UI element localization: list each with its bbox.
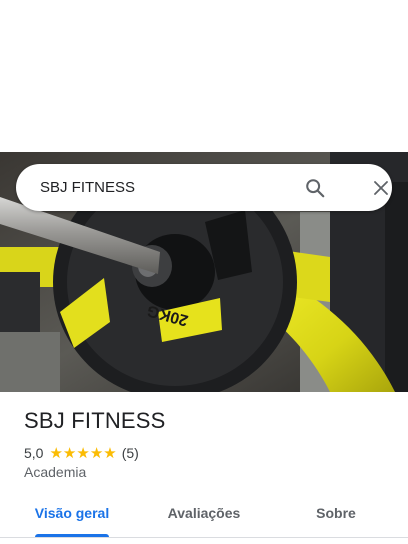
place-tabs: Visão geral Avaliações Sobre: [0, 490, 408, 538]
tabs-divider: [0, 537, 408, 538]
close-icon[interactable]: [367, 174, 395, 202]
place-title: SBJ FITNESS: [24, 408, 166, 433]
tab-reviews[interactable]: Avaliações: [156, 490, 252, 536]
review-count[interactable]: (5): [122, 445, 139, 461]
star-icon: ★: [103, 444, 117, 462]
search-bar: [16, 164, 392, 211]
star-rating: ★ ★ ★ ★ ★: [49, 446, 116, 461]
star-icon: ★: [62, 444, 77, 462]
search-input[interactable]: [40, 164, 290, 211]
map-blank-area: [0, 0, 408, 152]
star-icon: ★: [89, 444, 104, 462]
rating-value: 5,0: [24, 445, 44, 461]
tab-overview[interactable]: Visão geral: [24, 490, 120, 536]
search-icon[interactable]: [301, 174, 329, 202]
rating-row[interactable]: 5,0 ★ ★ ★ ★ ★ (5): [24, 443, 139, 463]
star-icon: ★: [76, 444, 90, 462]
place-category: Academia: [24, 464, 87, 480]
star-icon: ★: [49, 444, 63, 462]
tab-about[interactable]: Sobre: [296, 490, 376, 536]
